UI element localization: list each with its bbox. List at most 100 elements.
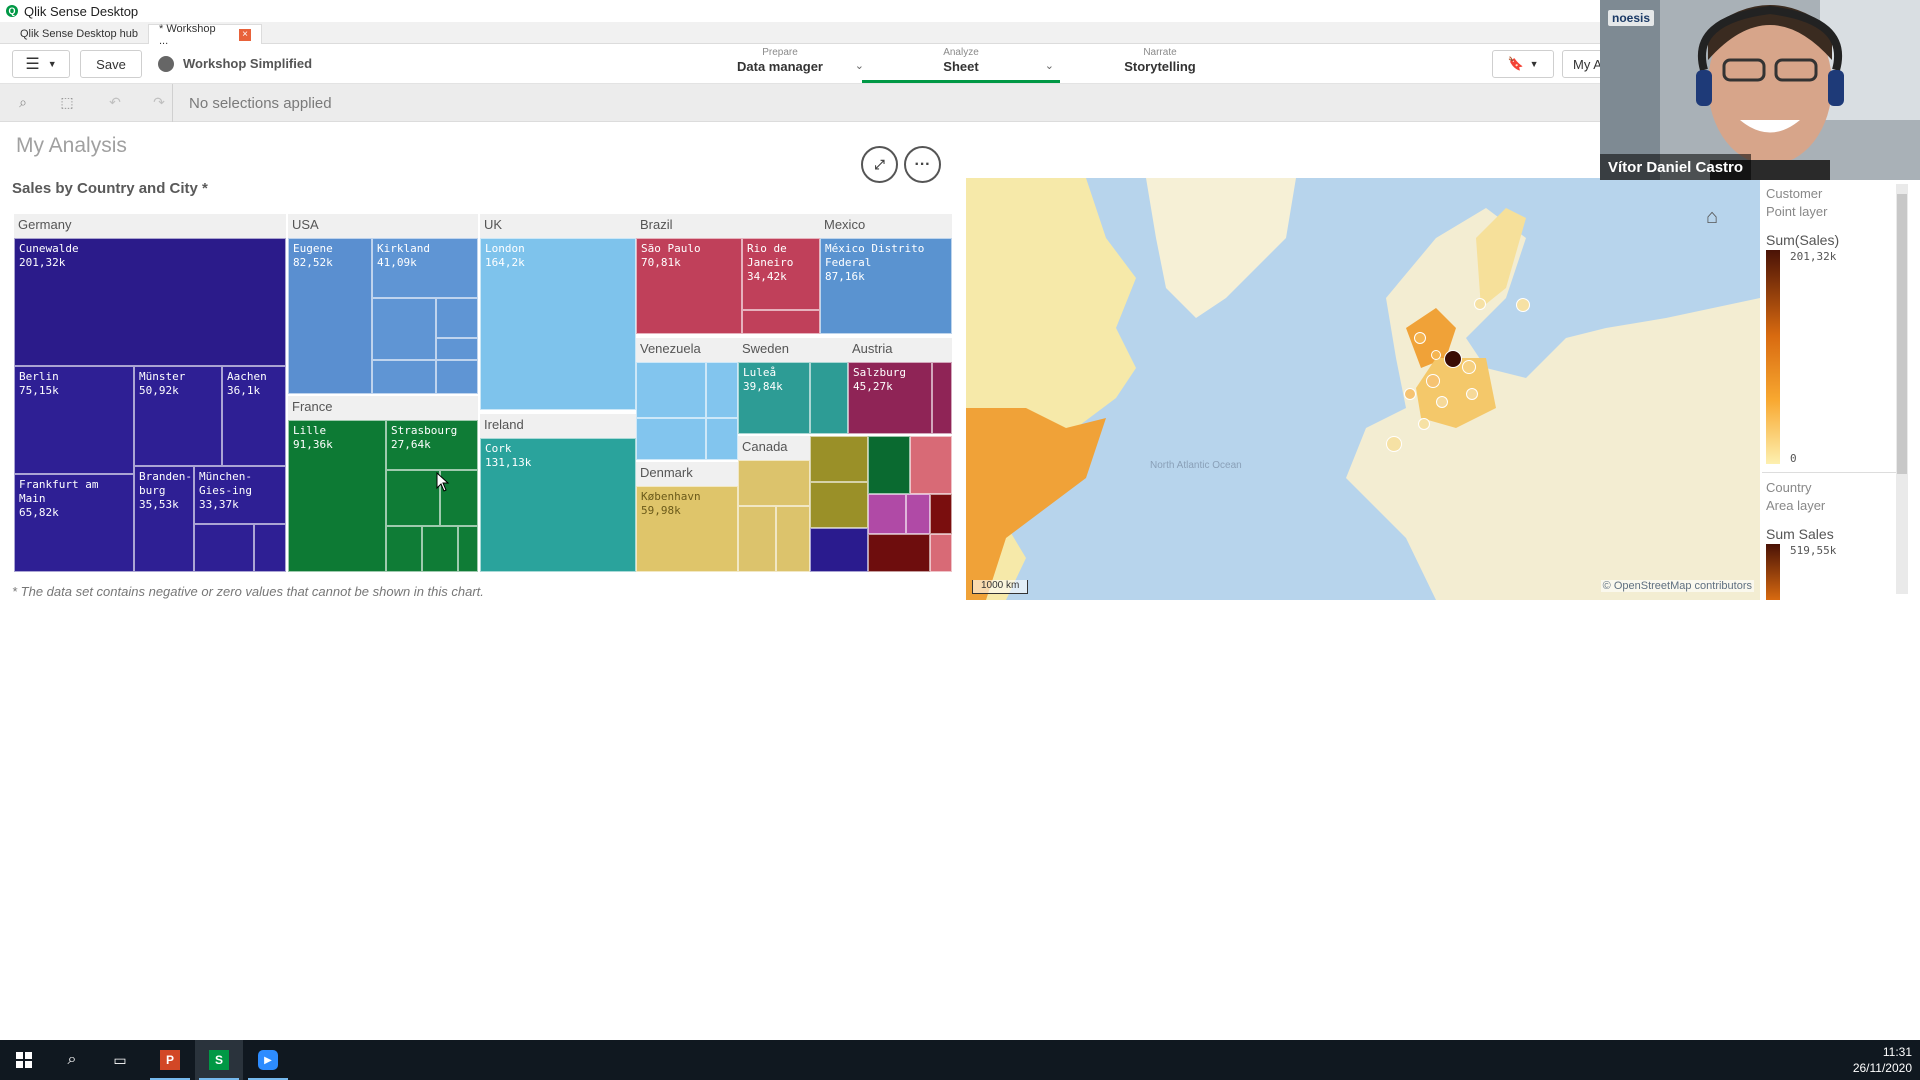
treemap-cell-london[interactable]: London 164,2k xyxy=(480,238,636,410)
treemap-cell-small[interactable] xyxy=(776,506,810,572)
treemap-cell-aachen[interactable]: Aachen 36,1k xyxy=(222,366,286,466)
task-view-button[interactable]: ▭ xyxy=(96,1040,144,1080)
map-point[interactable] xyxy=(1462,360,1476,374)
map-point[interactable] xyxy=(1426,374,1440,388)
treemap-cell-small[interactable] xyxy=(810,436,868,482)
nav-analyze[interactable]: Analyze Sheet ⌄ xyxy=(862,47,1060,83)
treemap-cell-small[interactable] xyxy=(706,418,738,460)
treemap-cell-kirkland[interactable]: Kirkland 41,09k xyxy=(372,238,478,298)
treemap-cell-small[interactable] xyxy=(458,526,478,572)
treemap-cell-cork[interactable]: Cork 131,13k xyxy=(480,438,636,572)
treemap-cell-small[interactable] xyxy=(738,460,810,506)
treemap-header-france[interactable]: France xyxy=(288,396,478,420)
map-point[interactable] xyxy=(1386,436,1402,452)
map-point[interactable] xyxy=(1436,396,1448,408)
treemap-header-brazil[interactable]: Brazil xyxy=(636,214,820,238)
treemap-cell-small[interactable] xyxy=(910,436,952,494)
treemap-cell-berlin[interactable]: Berlin 75,15k xyxy=(14,366,134,474)
tab-workshop[interactable]: * Workshop ... × xyxy=(148,23,262,47)
map-point[interactable] xyxy=(1431,350,1441,360)
treemap-cell-small[interactable] xyxy=(194,524,254,572)
treemap-cell-small[interactable] xyxy=(810,482,868,528)
taskbar-zoom[interactable]: ▶ xyxy=(244,1040,292,1080)
treemap-header-denmark[interactable]: Denmark xyxy=(636,462,738,486)
treemap-cell-small[interactable] xyxy=(932,362,952,434)
taskbar-powerpoint[interactable]: P xyxy=(146,1040,194,1080)
treemap-cell-eugene[interactable]: Eugene 82,52k xyxy=(288,238,372,394)
treemap-cell-small[interactable] xyxy=(868,494,906,534)
treemap-cell-sao-paulo[interactable]: São Paulo 70,81k xyxy=(636,238,742,334)
search-button[interactable]: ⌕ xyxy=(48,1040,96,1080)
treemap-cell-frankfurt[interactable]: Frankfurt am Main 65,82k xyxy=(14,474,134,572)
treemap-cell-small[interactable] xyxy=(636,362,706,418)
treemap-header-ireland[interactable]: Ireland xyxy=(480,414,636,438)
start-button[interactable] xyxy=(0,1040,48,1080)
treemap-cell-small[interactable] xyxy=(372,360,436,394)
treemap-cell-brandenburg[interactable]: Branden-burg 35,53k xyxy=(134,466,194,572)
step-back-icon[interactable]: ↶ xyxy=(106,94,124,112)
treemap-cell-small[interactable] xyxy=(868,534,930,572)
treemap-cell-small[interactable] xyxy=(436,298,478,338)
nav-narrate[interactable]: Narrate Storytelling xyxy=(1080,47,1240,83)
treemap-header-usa[interactable]: USA xyxy=(288,214,478,238)
map-point[interactable] xyxy=(1516,298,1530,312)
legend-scrollbar[interactable] xyxy=(1896,184,1908,594)
treemap-header-uk[interactable]: UK xyxy=(480,214,636,238)
treemap-header-austria[interactable]: Austria xyxy=(848,338,952,362)
treemap-cell-small[interactable] xyxy=(930,534,952,572)
treemap-cell-munster[interactable]: Münster 50,92k xyxy=(134,366,222,466)
more-options-button[interactable]: ··· xyxy=(904,146,941,183)
treemap-cell-small[interactable] xyxy=(868,436,910,494)
treemap-header-germany[interactable]: Germany xyxy=(14,214,286,238)
treemap-cell-small[interactable] xyxy=(706,362,738,418)
map-point[interactable] xyxy=(1418,418,1430,430)
expand-button[interactable]: ⤢ xyxy=(861,146,898,183)
treemap-cell-rio[interactable]: Rio de Janeiro 34,42k xyxy=(742,238,820,310)
treemap-cell-small[interactable] xyxy=(386,526,422,572)
treemap-cell-small[interactable] xyxy=(810,362,848,434)
map-attribution[interactable]: © OpenStreetMap contributors xyxy=(1600,580,1754,592)
tab-hub[interactable]: Qlik Sense Desktop hub xyxy=(10,24,148,44)
close-icon[interactable]: × xyxy=(239,28,251,41)
map-point[interactable] xyxy=(1404,388,1416,400)
treemap-cell-kobenhavn[interactable]: København 59,98k xyxy=(636,486,738,572)
treemap-cell-small[interactable] xyxy=(386,470,440,526)
treemap-cell-small[interactable] xyxy=(810,528,868,572)
scrollbar-thumb[interactable] xyxy=(1897,194,1907,474)
system-clock[interactable]: 11:31 26/11/2020 xyxy=(1832,1044,1912,1076)
step-forward-icon[interactable]: ↷ xyxy=(150,94,168,112)
treemap-cell-munchen[interactable]: München-Gies-ing 33,37k xyxy=(194,466,286,524)
treemap-header-mexico[interactable]: Mexico xyxy=(820,214,952,238)
treemap-header-venezuela[interactable]: Venezuela xyxy=(636,338,738,362)
treemap-cell-small[interactable] xyxy=(372,298,436,360)
map-point[interactable] xyxy=(1444,350,1462,368)
treemap-cell-cunewalde[interactable]: Cunewalde 201,32k xyxy=(14,238,286,366)
smart-search-icon[interactable]: ⌕ xyxy=(14,94,32,112)
treemap-cell-small[interactable] xyxy=(738,506,776,572)
map-point[interactable] xyxy=(1474,298,1486,310)
global-menu-button[interactable]: ☰ ▼ xyxy=(12,50,70,78)
treemap-cell-lille[interactable]: Lille 91,36k xyxy=(288,420,386,572)
treemap-cell-small[interactable] xyxy=(930,494,952,534)
selections-tool-icon[interactable]: ⬚ xyxy=(58,94,76,112)
treemap-cell-small[interactable] xyxy=(636,418,706,460)
treemap-cell-small[interactable] xyxy=(742,310,820,334)
bookmark-button[interactable]: 🔖 ▼ xyxy=(1492,50,1554,78)
save-button[interactable]: Save xyxy=(80,50,142,78)
treemap-cell-small[interactable] xyxy=(906,494,930,534)
treemap-header-sweden[interactable]: Sweden xyxy=(738,338,848,362)
treemap-cell-mexico-df[interactable]: México Distrito Federal 87,16k xyxy=(820,238,952,334)
treemap-cell-small[interactable] xyxy=(436,360,478,394)
treemap-cell-salzburg[interactable]: Salzburg 45,27k xyxy=(848,362,932,434)
treemap-cell-lulea[interactable]: Luleå 39,84k xyxy=(738,362,810,434)
taskbar-qlik[interactable]: S xyxy=(195,1040,243,1080)
treemap-cell-small[interactable] xyxy=(422,526,458,572)
treemap-cell-strasbourg[interactable]: Strasbourg 27,64k xyxy=(386,420,478,470)
home-icon[interactable]: ⌂ xyxy=(1706,206,1718,229)
treemap-cell-small[interactable] xyxy=(254,524,286,572)
nav-prepare[interactable]: Prepare Data manager ⌄ xyxy=(700,47,864,83)
map-chart[interactable]: North Atlantic Ocean ⌂ 1000 km © OpenStr… xyxy=(966,178,1760,600)
treemap-chart[interactable]: Germany Cunewalde 201,32k Berlin 75,15k … xyxy=(14,214,952,572)
map-point[interactable] xyxy=(1466,388,1478,400)
map-point[interactable] xyxy=(1414,332,1426,344)
